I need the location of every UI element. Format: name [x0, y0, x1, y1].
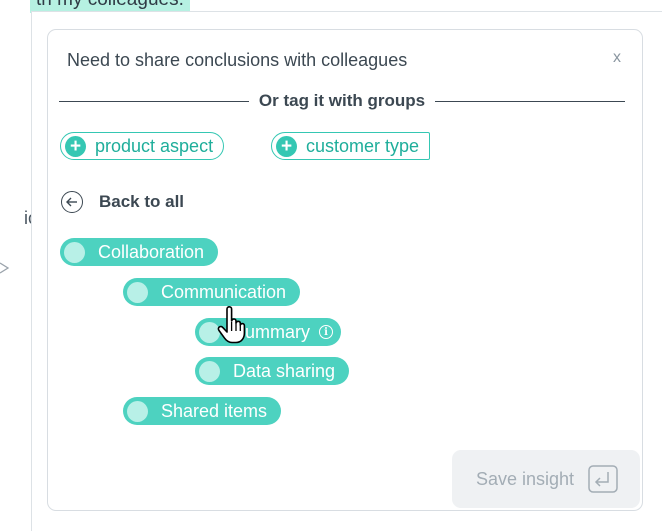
back-arrow-icon: [61, 191, 83, 213]
back-label: Back to all: [99, 192, 185, 211]
groups-divider: Or tag it with groups: [59, 88, 625, 114]
back-to-all-link[interactable]: Back to all: [61, 191, 184, 213]
tag-group-label: product aspect: [95, 135, 214, 156]
divider-line-left: [59, 100, 249, 102]
info-icon[interactable]: i: [319, 325, 334, 339]
enter-icon: [588, 465, 618, 493]
tag-label: Data sharing: [233, 360, 336, 381]
arrow-marker-icon: [0, 262, 10, 274]
tag-group-customer-type[interactable]: + customer type: [271, 132, 431, 160]
tag-shared-items[interactable]: Shared items: [123, 397, 282, 425]
tag-group-product-aspect[interactable]: + product aspect: [60, 132, 225, 160]
tag-group-label: customer type: [306, 135, 420, 156]
plus-icon: +: [276, 135, 297, 157]
tag-checkbox[interactable]: [64, 241, 85, 263]
tag-communication[interactable]: Communication: [123, 278, 301, 306]
tag-checkbox[interactable]: [127, 400, 148, 422]
save-insight-button[interactable]: Save insight: [452, 450, 640, 508]
divider-line-right: [435, 100, 625, 102]
hand-pointer-icon: [217, 306, 246, 344]
tag-label: Shared items: [161, 400, 268, 421]
save-label: Save insight: [476, 468, 575, 489]
tag-label: Communication: [161, 281, 287, 302]
divider-label: Or tag it with groups: [258, 91, 426, 110]
card-title: Need to share conclusions with colleague…: [67, 50, 408, 70]
tag-checkbox[interactable]: [127, 281, 148, 303]
tag-collaboration[interactable]: Collaboration: [60, 238, 219, 266]
tag-checkbox[interactable]: [199, 360, 220, 382]
tag-label: Collaboration: [98, 241, 205, 262]
plus-icon: +: [65, 135, 86, 157]
share-insight-card: Need to share conclusions with colleague…: [47, 29, 643, 511]
screen: th my colleagues. io Need to share concl…: [0, 0, 669, 531]
tag-data-sharing[interactable]: Data sharing: [195, 357, 350, 385]
close-icon[interactable]: x: [613, 49, 621, 67]
